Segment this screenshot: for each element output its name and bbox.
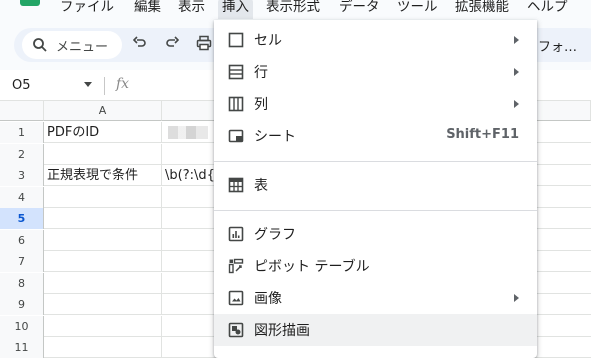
print-icon[interactable] [194,35,214,55]
cell-b[interactable] [162,272,222,294]
menu-item-label: 表 [254,178,268,194]
menu-edit[interactable]: 編集 [134,0,161,19]
cell-b[interactable] [162,251,222,272]
insert-menu-dropdown: セル 行 列 シート Shift+F11 表 グラフ ピボット テーブル 画像 … [214,20,537,358]
cell-b[interactable] [162,337,222,358]
row-header[interactable]: 4 [0,186,44,208]
drawing-icon [228,322,244,338]
cell-a[interactable] [44,208,162,229]
row-header[interactable]: 10 [0,315,44,337]
menu-item-table[interactable]: 表 [214,169,537,201]
cell-a[interactable] [44,294,162,315]
redo-icon[interactable] [162,35,182,55]
font-family-select[interactable]: フォ… [538,36,577,55]
search-menus-label: メニュー [56,40,109,55]
menu-data[interactable]: データ [339,0,380,19]
menu-item-label: 行 [254,65,268,81]
cell-b[interactable] [162,294,222,315]
cell-a[interactable] [44,143,162,165]
cell-b[interactable] [162,229,222,251]
chevron-down-icon[interactable] [84,82,92,87]
menu-tools[interactable]: ツール [397,0,438,19]
menu-item-pivot-table[interactable]: ピボット テーブル [214,250,537,282]
chevron-right-icon [514,100,519,108]
chevron-right-icon [514,68,519,76]
cell-icon [228,32,244,48]
search-icon [32,37,48,57]
cell-b[interactable] [162,186,222,208]
row-header[interactable]: 5 [0,208,44,229]
menu-item-label: グラフ [254,227,296,243]
sheet-icon [228,128,244,144]
menu-bar: ファイル 編集 表示 挿入 表示形式 データ ツール 拡張機能 ヘルプ [0,0,591,20]
cell-b[interactable] [162,143,222,165]
menu-divider [214,161,537,162]
sheets-logo-icon[interactable] [20,0,40,6]
chevron-right-icon [514,294,519,302]
cell-b[interactable] [162,208,222,229]
menu-item-label: 画像 [254,291,282,307]
row-icon [228,64,244,80]
menu-format[interactable]: 表示形式 [266,0,320,19]
menu-item-column[interactable]: 列 [214,88,537,120]
menu-view[interactable]: 表示 [178,0,205,19]
name-box[interactable]: O5 [0,70,100,101]
menu-item-image[interactable]: 画像 [214,282,537,314]
column-icon [228,96,244,112]
menu-item-label: シート [254,129,296,145]
menu-item-drawing[interactable]: 図形描画 [214,314,537,346]
menu-item-label: 図形描画 [254,323,310,339]
chevron-right-icon [514,36,519,44]
menu-file[interactable]: ファイル [60,0,114,19]
menu-extensions[interactable]: 拡張機能 [455,0,509,19]
chart-icon [228,226,244,242]
row-header[interactable]: 2 [0,143,44,165]
row-header[interactable]: 7 [0,251,44,272]
select-all-corner[interactable] [0,101,44,121]
menu-item-row[interactable]: 行 [214,56,537,88]
divider [104,77,105,95]
image-icon [228,290,244,306]
menu-item-label: 列 [254,97,268,113]
row-header[interactable]: 6 [0,229,44,251]
row-header[interactable]: 3 [0,165,44,186]
cell-a[interactable] [44,315,162,337]
row-header[interactable]: 8 [0,272,44,294]
cell-a[interactable] [44,229,162,251]
name-box-value: O5 [12,78,31,93]
menu-item-label: セル [254,33,282,49]
row-header[interactable]: 11 [0,337,44,358]
menu-help[interactable]: ヘルプ [527,0,568,19]
cell-a[interactable] [44,337,162,358]
menu-item-sheet[interactable]: シート Shift+F11 [214,120,537,152]
menu-item-label: ピボット テーブル [254,259,370,275]
fx-icon: fx [116,76,130,92]
menu-item-chart[interactable]: グラフ [214,218,537,250]
menu-divider [214,210,537,211]
cell-a[interactable]: 正規表現で条件 [44,165,162,186]
search-menus-button[interactable]: メニュー [22,31,122,59]
row-header[interactable]: 9 [0,294,44,315]
table-icon [228,177,244,193]
menu-insert[interactable]: 挿入 [218,0,253,19]
cell-b[interactable] [162,122,222,143]
menu-item-cell[interactable]: セル [214,24,537,56]
column-header-a[interactable]: A [44,101,162,121]
pivot-table-icon [228,258,244,274]
cell-a[interactable]: PDFのID [44,122,162,143]
cell-b[interactable]: \b(?:\d{4 [162,165,222,186]
undo-icon[interactable] [130,35,150,55]
cell-a[interactable] [44,272,162,294]
cell-b[interactable] [162,315,222,337]
row-header[interactable]: 1 [0,122,44,143]
menu-item-shortcut: Shift+F11 [446,127,519,142]
cell-a[interactable] [44,186,162,208]
cell-a[interactable] [44,251,162,272]
